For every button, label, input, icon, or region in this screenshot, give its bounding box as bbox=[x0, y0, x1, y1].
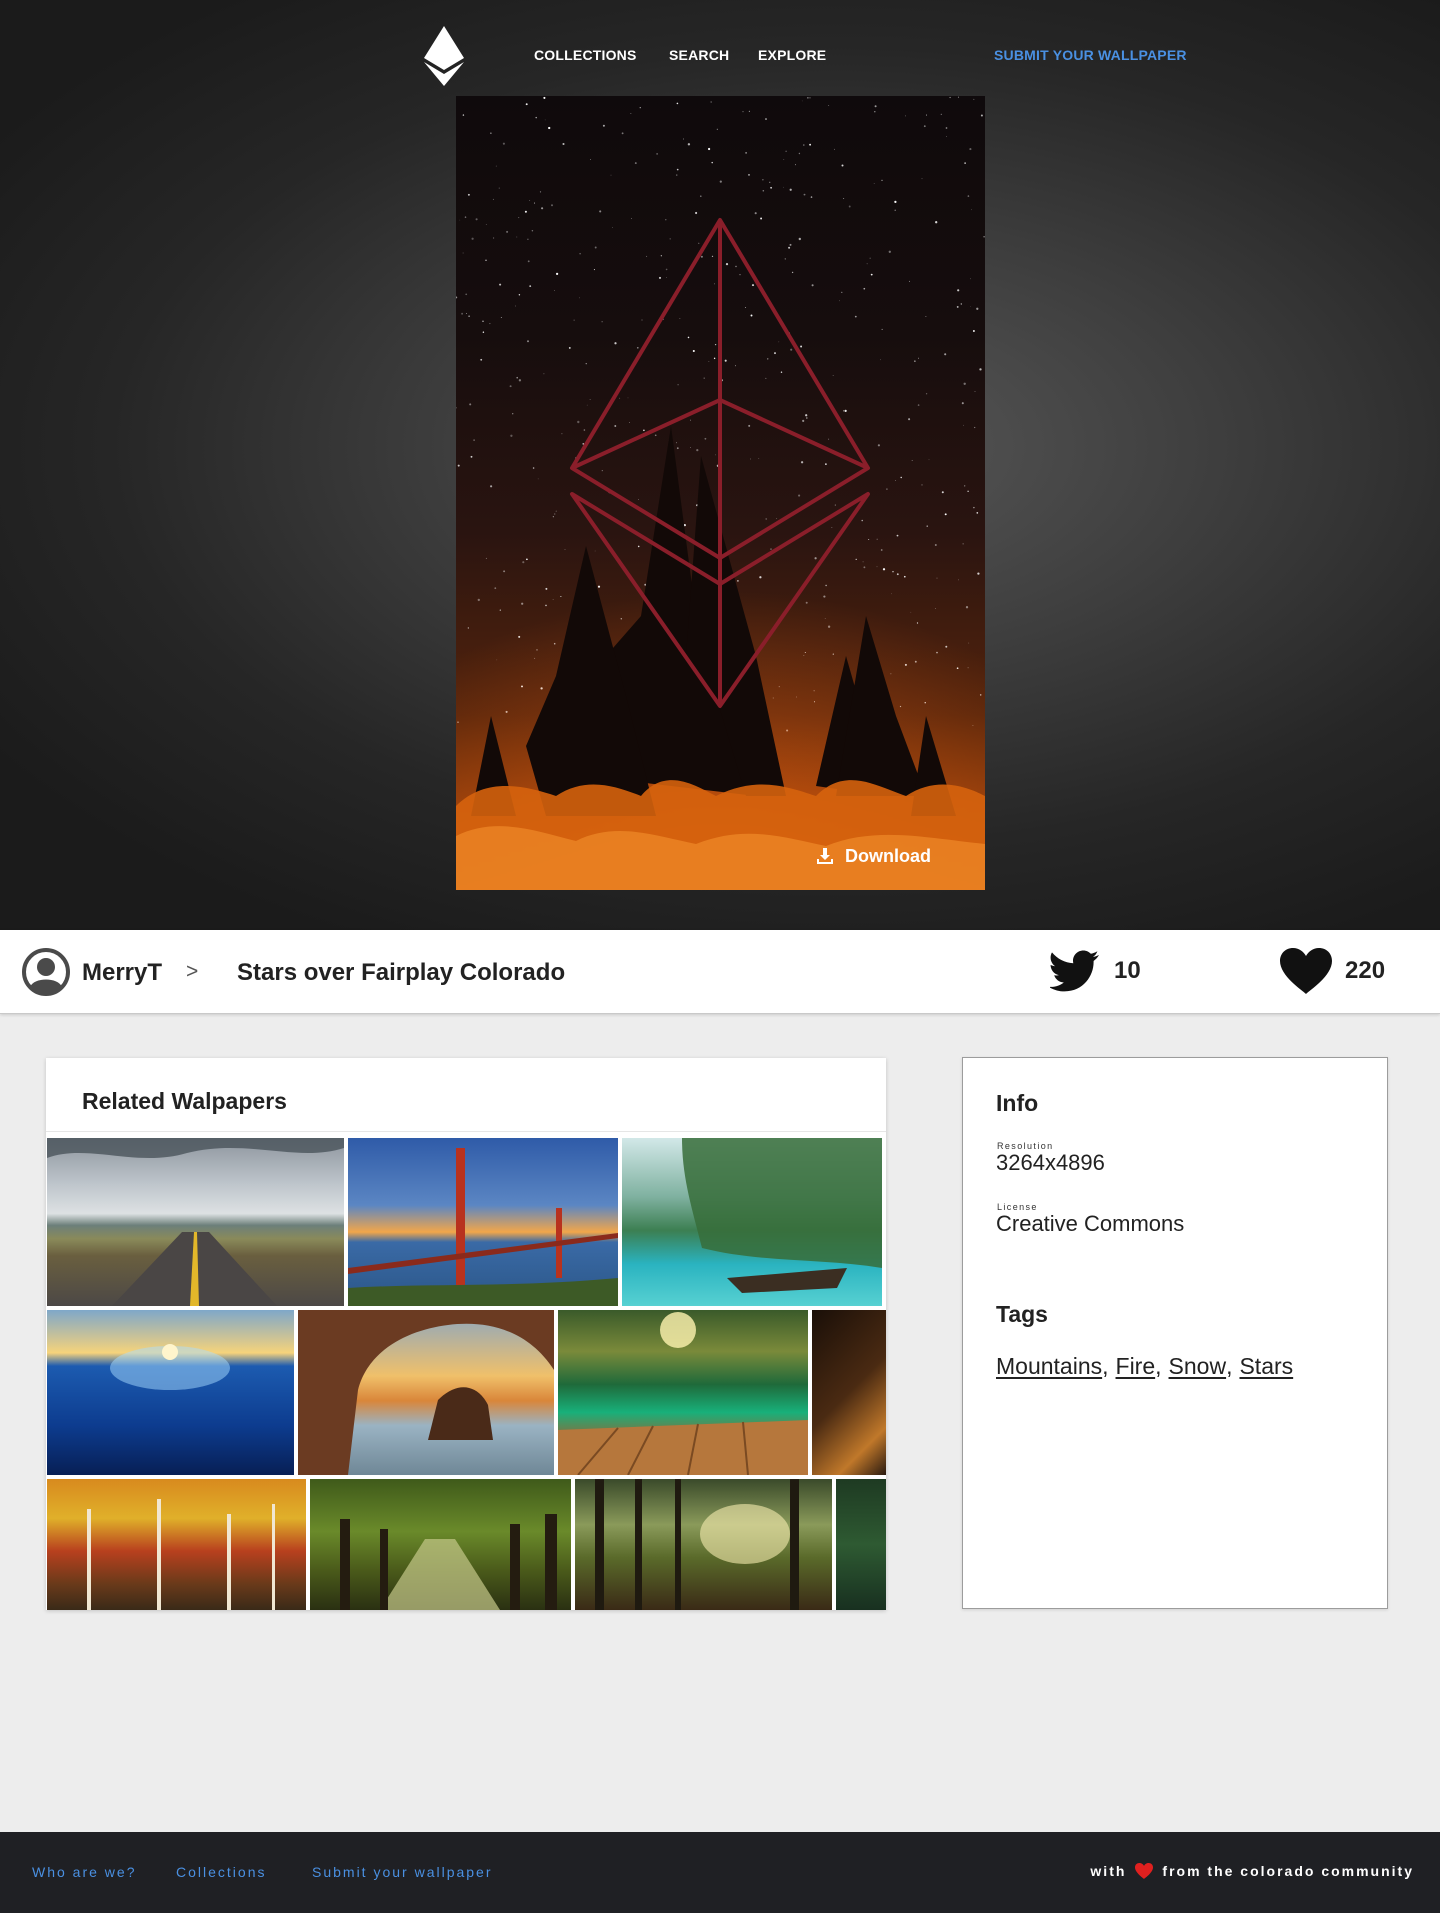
autumn-trees-thumb bbox=[87, 1499, 275, 1610]
misty-forest-thumb bbox=[595, 1479, 799, 1610]
related-thumbnail[interactable] bbox=[812, 1310, 886, 1475]
twitter-count: 10 bbox=[1114, 957, 1141, 984]
tag-list: Mountains, Fire, Snow, Stars bbox=[996, 1353, 1294, 1380]
download-button[interactable]: Download bbox=[815, 844, 931, 868]
footer-credit: with from the colorado community bbox=[1090, 1862, 1414, 1880]
footer: Who are we? Collections Submit your wall… bbox=[0, 1832, 1440, 1913]
nav-explore[interactable]: EXPLORE bbox=[758, 47, 826, 63]
related-thumbnail[interactable] bbox=[47, 1138, 344, 1306]
avatar-icon[interactable] bbox=[22, 948, 70, 996]
credit-suffix: from the colorado community bbox=[1162, 1863, 1414, 1879]
resolution-value: 3264x4896 bbox=[996, 1150, 1105, 1175]
tropical-lagoon-thumb bbox=[682, 1138, 882, 1293]
forest-lake-thumb bbox=[558, 1312, 808, 1475]
heart-icon[interactable] bbox=[1278, 946, 1334, 996]
author-bar: MerryT > Stars over Fairplay Colorado 10… bbox=[0, 930, 1440, 1014]
related-thumbnail[interactable] bbox=[622, 1138, 882, 1306]
nav-collections[interactable]: COLLECTIONS bbox=[534, 47, 637, 63]
related-thumbnail[interactable] bbox=[348, 1138, 618, 1306]
heart-red-icon bbox=[1135, 1863, 1154, 1879]
related-thumbnail[interactable] bbox=[47, 1479, 306, 1610]
top-nav: COLLECTIONS SEARCH EXPLORE SUBMIT YOUR W… bbox=[0, 0, 1440, 95]
twitter-icon[interactable] bbox=[1050, 950, 1100, 994]
footer-who-are-we[interactable]: Who are we? bbox=[32, 1864, 136, 1880]
wallpaper-title: Stars over Fairplay Colorado bbox=[237, 959, 566, 986]
tag-fire[interactable]: Fire bbox=[1116, 1353, 1156, 1380]
info-card: Info Resolution 3264x4896 License Creati… bbox=[962, 1057, 1388, 1609]
tree-avenue-thumb bbox=[340, 1514, 557, 1610]
footer-submit-wallpaper[interactable]: Submit your wallpaper bbox=[312, 1864, 493, 1880]
download-icon bbox=[817, 848, 833, 864]
info-title: Info bbox=[996, 1090, 1039, 1116]
wallpaper-preview bbox=[456, 96, 985, 890]
road-scene-thumb bbox=[47, 1138, 344, 1306]
breadcrumb-separator: > bbox=[186, 960, 199, 983]
related-thumbnail[interactable] bbox=[558, 1310, 808, 1475]
nav-search[interactable]: SEARCH bbox=[669, 47, 729, 63]
author-name[interactable]: MerryT bbox=[82, 959, 162, 987]
related-title: Related Walpapers bbox=[82, 1088, 287, 1114]
tags-title: Tags bbox=[996, 1301, 1048, 1327]
ethereum-logo-icon[interactable] bbox=[424, 26, 464, 86]
related-thumbnail[interactable] bbox=[836, 1479, 886, 1610]
sea-cave-thumb bbox=[298, 1310, 554, 1475]
underwater-sun-thumb bbox=[110, 1344, 230, 1390]
tag-snow[interactable]: Snow bbox=[1169, 1353, 1227, 1380]
credit-prefix: with bbox=[1090, 1863, 1127, 1879]
related-thumbnail[interactable] bbox=[298, 1310, 554, 1475]
tag-mountains[interactable]: Mountains bbox=[996, 1353, 1102, 1380]
golden-gate-thumb bbox=[348, 1148, 618, 1306]
related-wallpapers-card: Related Walpapers bbox=[46, 1058, 886, 1610]
related-thumbnail[interactable] bbox=[47, 1310, 294, 1475]
wallpaper-image bbox=[456, 96, 985, 890]
license-value: Creative Commons bbox=[996, 1211, 1185, 1236]
related-header: Related Walpapers bbox=[46, 1058, 886, 1132]
tag-stars[interactable]: Stars bbox=[1239, 1353, 1293, 1380]
related-thumbnail[interactable] bbox=[575, 1479, 832, 1610]
related-thumbnail[interactable] bbox=[310, 1479, 571, 1610]
download-label: Download bbox=[845, 845, 931, 866]
likes-count: 220 bbox=[1345, 957, 1386, 984]
hero-section: COLLECTIONS SEARCH EXPLORE SUBMIT YOUR W… bbox=[0, 0, 1440, 930]
nav-submit-wallpaper[interactable]: SUBMIT YOUR WALLPAPER bbox=[994, 47, 1187, 63]
footer-collections[interactable]: Collections bbox=[176, 1864, 266, 1880]
